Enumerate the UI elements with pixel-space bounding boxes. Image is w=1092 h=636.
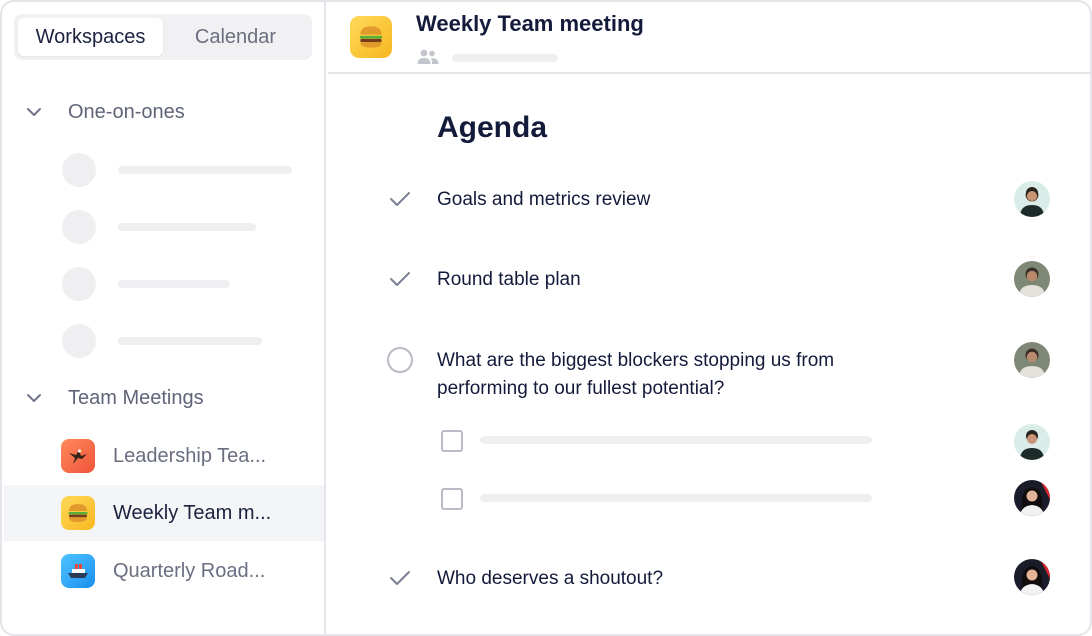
avatar[interactable] xyxy=(1014,181,1050,217)
group-one-on-ones[interactable]: One-on-ones xyxy=(26,99,185,125)
placeholder-text xyxy=(452,54,558,62)
checkmark-icon[interactable] xyxy=(386,185,414,213)
meeting-header: Weekly Team meeting xyxy=(328,2,1090,74)
placeholder-avatar xyxy=(62,210,96,244)
group-label: Team Meetings xyxy=(68,386,204,409)
placeholder-row xyxy=(62,153,292,187)
placeholder-row xyxy=(62,267,230,301)
circle-icon[interactable] xyxy=(386,346,414,374)
sidebar-item-label: Weekly Team m... xyxy=(113,501,272,524)
chevron-down-icon xyxy=(26,99,52,125)
group-team-meetings[interactable]: Team Meetings xyxy=(26,385,204,411)
agenda-item-text[interactable]: Goals and metrics review xyxy=(437,186,907,214)
agenda-item-text[interactable]: What are the biggest blockers stopping u… xyxy=(437,347,907,403)
placeholder-avatar xyxy=(62,324,96,358)
avatar[interactable] xyxy=(1014,559,1050,595)
avatar[interactable] xyxy=(1014,424,1050,460)
checkmark-icon[interactable] xyxy=(386,265,414,293)
subtask-checkbox[interactable] xyxy=(441,488,463,510)
tab-calendar[interactable]: Calendar xyxy=(163,18,308,56)
eagle-emoji-icon xyxy=(61,439,95,473)
agenda-heading: Agenda xyxy=(437,111,548,144)
avatar[interactable] xyxy=(1014,261,1050,297)
placeholder-text xyxy=(118,166,292,174)
placeholder-text xyxy=(480,436,872,444)
agenda-item-text[interactable]: Round table plan xyxy=(437,266,907,294)
placeholder-text xyxy=(118,280,230,288)
sidebar-item-label: Leadership Tea... xyxy=(113,444,267,467)
page-title: Weekly Team meeting xyxy=(416,11,644,36)
agenda-item-text[interactable]: Who deserves a shoutout? xyxy=(437,565,907,593)
sidebar-item-label: Quarterly Road... xyxy=(113,559,266,582)
placeholder-text xyxy=(118,337,262,345)
placeholder-avatar xyxy=(62,267,96,301)
subtask-checkbox[interactable] xyxy=(441,430,463,452)
placeholder-text xyxy=(118,223,256,231)
ship-emoji-icon xyxy=(61,554,95,588)
chevron-down-icon xyxy=(26,385,52,411)
placeholder-avatar xyxy=(62,153,96,187)
hamburger-emoji-icon xyxy=(350,16,392,58)
view-switcher: Workspaces Calendar xyxy=(14,14,312,60)
sidebar-item-leadership-team[interactable]: Leadership Tea... xyxy=(4,428,324,484)
checkmark-icon[interactable] xyxy=(386,564,414,592)
hamburger-emoji-icon xyxy=(61,496,95,530)
sidebar: Workspaces Calendar One-on-ones Team Mee… xyxy=(2,2,326,634)
meeting-panel: Weekly Team meeting Agenda Goals and met… xyxy=(328,2,1090,634)
sidebar-item-weekly-team-meeting[interactable]: Weekly Team m... xyxy=(4,485,324,541)
sidebar-item-quarterly-roadmap[interactable]: Quarterly Road... xyxy=(4,543,324,599)
group-label: One-on-ones xyxy=(68,100,185,123)
placeholder-row xyxy=(62,210,256,244)
tab-workspaces[interactable]: Workspaces xyxy=(18,18,163,56)
placeholder-row xyxy=(62,324,262,358)
app-window: Workspaces Calendar One-on-ones Team Mee… xyxy=(0,0,1092,636)
placeholder-text xyxy=(480,494,872,502)
avatar[interactable] xyxy=(1014,480,1050,516)
avatar[interactable] xyxy=(1014,342,1050,378)
people-icon[interactable] xyxy=(416,48,440,71)
